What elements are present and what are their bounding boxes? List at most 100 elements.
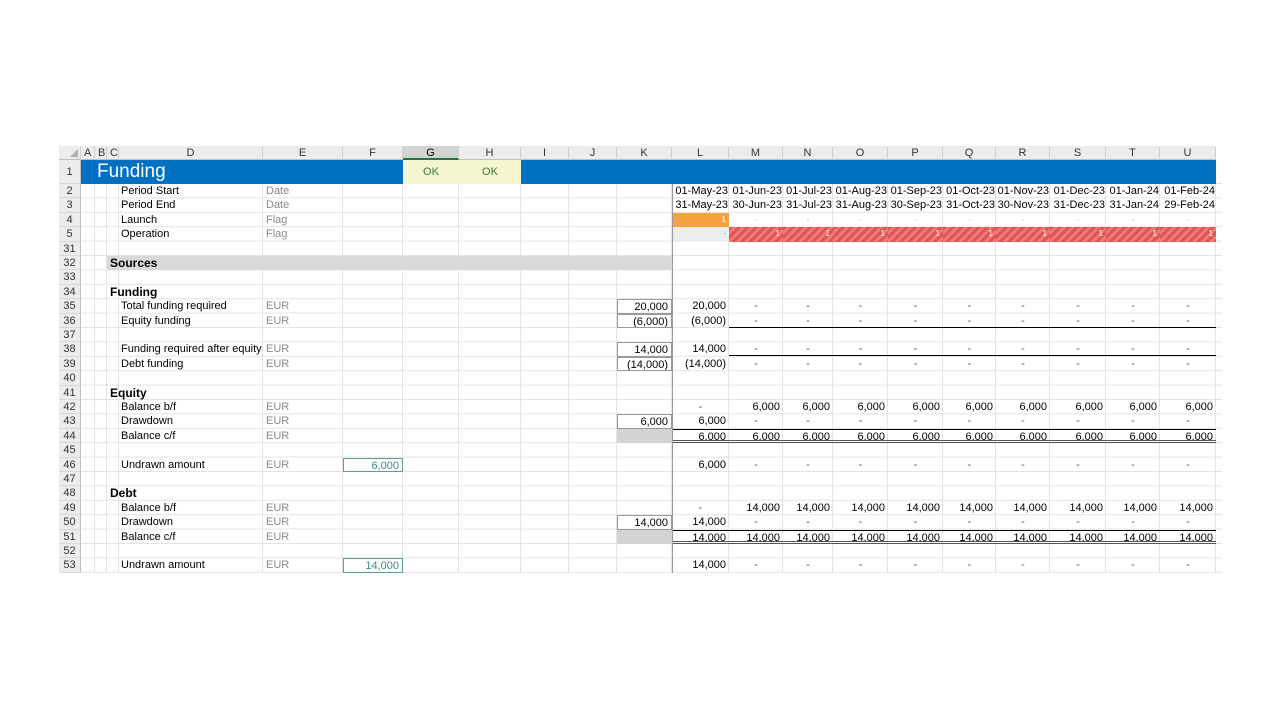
period-end-r[interactable]: 30-Nov-23: [996, 198, 1050, 212]
period-end-u[interactable]: 29-Feb-24: [1160, 198, 1216, 212]
operation-flag-m[interactable]: 1: [729, 227, 783, 242]
debt-cf-s[interactable]: 14,000: [1050, 529, 1106, 544]
debt-cf-k[interactable]: [617, 529, 672, 544]
operation-flag-s[interactable]: 1: [1050, 227, 1106, 242]
operation-flag-l[interactable]: -: [672, 227, 729, 242]
equity-undrawn-p[interactable]: -: [888, 458, 943, 472]
period-start-l[interactable]: 01-May-23: [672, 184, 729, 198]
debt-bf-t[interactable]: 14,000: [1106, 501, 1160, 515]
launch-label[interactable]: Launch: [119, 213, 263, 227]
operation-flag-r[interactable]: 1: [996, 227, 1050, 242]
operation-flag-n[interactable]: 1: [783, 227, 833, 242]
row-header-32[interactable]: 32: [59, 256, 81, 271]
total-funding-t[interactable]: -: [1106, 299, 1160, 313]
period-start-m[interactable]: 01-Jun-23: [729, 184, 783, 198]
period-start-label[interactable]: Period Start: [119, 184, 263, 198]
debt-funding-label[interactable]: Debt funding: [119, 357, 263, 371]
total-funding-r[interactable]: -: [996, 299, 1050, 313]
equity-funding-k[interactable]: (6,000): [617, 313, 672, 328]
column-header-h[interactable]: H: [459, 146, 521, 160]
period-end-q[interactable]: 31-Oct-23: [943, 198, 996, 212]
period-end-label[interactable]: Period End: [119, 198, 263, 212]
equity-undrawn-o[interactable]: -: [833, 458, 888, 472]
debt-cf-unit[interactable]: EUR: [263, 530, 343, 544]
row-header-31[interactable]: 31: [59, 241, 81, 256]
spreadsheet-grid[interactable]: A B C D E F G H I J K L M N O P Q R S T U 1 2 3 4 5 31 32 33 34 35 36 37…: [59, 146, 1222, 576]
equity-cf-u[interactable]: 6,000: [1160, 428, 1216, 444]
column-header-j[interactable]: J: [569, 146, 617, 160]
debt-cf-r[interactable]: 14,000: [996, 529, 1050, 544]
equity-cf-k[interactable]: [617, 428, 672, 444]
debt-bf-r[interactable]: 14,000: [996, 501, 1050, 515]
launch-flag-q[interactable]: -: [943, 213, 996, 227]
equity-undrawn-m[interactable]: -: [729, 458, 783, 472]
equity-drawdown-o[interactable]: -: [833, 414, 888, 428]
launch-unit[interactable]: Flag: [263, 213, 343, 227]
total-funding-unit[interactable]: EUR: [263, 299, 343, 313]
row-header-47[interactable]: 47: [59, 472, 81, 487]
column-header-g[interactable]: G: [403, 146, 459, 160]
debt-bf-label[interactable]: Balance b/f: [119, 501, 263, 515]
equity-cf-label[interactable]: Balance c/f: [119, 429, 263, 443]
debt-drawdown-t[interactable]: -: [1106, 515, 1160, 529]
launch-flag-u[interactable]: -: [1160, 213, 1216, 227]
debt-heading[interactable]: Debt: [107, 486, 263, 500]
debt-cf-label[interactable]: Balance c/f: [119, 530, 263, 544]
equity-drawdown-q[interactable]: -: [943, 414, 996, 428]
column-header-l[interactable]: L: [672, 146, 729, 160]
period-end-t[interactable]: 31-Jan-24: [1106, 198, 1160, 212]
equity-cf-q[interactable]: 6,000: [943, 428, 996, 444]
debt-drawdown-o[interactable]: -: [833, 515, 888, 529]
equity-bf-unit[interactable]: EUR: [263, 400, 343, 414]
row-header-51[interactable]: 51: [59, 529, 81, 544]
column-header-k[interactable]: K: [617, 146, 672, 160]
check-ok-g[interactable]: OK: [403, 160, 459, 184]
equity-cf-n[interactable]: 6,000: [783, 428, 833, 444]
equity-bf-m[interactable]: 6,000: [729, 400, 783, 414]
equity-undrawn-q[interactable]: -: [943, 458, 996, 472]
operation-flag-p[interactable]: 1: [888, 227, 943, 242]
launch-flag-o[interactable]: -: [833, 213, 888, 227]
row-header-45[interactable]: 45: [59, 443, 81, 458]
equity-undrawn-s[interactable]: -: [1050, 458, 1106, 472]
launch-flag-s[interactable]: -: [1050, 213, 1106, 227]
debt-drawdown-q[interactable]: -: [943, 515, 996, 529]
operation-flag-q[interactable]: 1: [943, 227, 996, 242]
total-funding-n[interactable]: -: [783, 299, 833, 313]
debt-bf-q[interactable]: 14,000: [943, 501, 996, 515]
column-header-a[interactable]: A: [81, 146, 95, 160]
debt-drawdown-l[interactable]: 14,000: [672, 515, 729, 529]
after-equity-l[interactable]: 14,000: [672, 342, 729, 356]
operation-flag-o[interactable]: 1: [833, 227, 888, 242]
operation-flag-t[interactable]: 1: [1106, 227, 1160, 242]
equity-bf-l[interactable]: -: [672, 400, 729, 414]
equity-undrawn-n[interactable]: -: [783, 458, 833, 472]
row-header-50[interactable]: 50: [59, 515, 81, 530]
launch-flag-p[interactable]: -: [888, 213, 943, 227]
debt-undrawn-s[interactable]: -: [1050, 558, 1106, 572]
debt-undrawn-q[interactable]: -: [943, 558, 996, 572]
total-funding-o[interactable]: -: [833, 299, 888, 313]
equity-undrawn-unit[interactable]: EUR: [263, 458, 343, 472]
row-header-48[interactable]: 48: [59, 486, 81, 501]
period-start-q[interactable]: 01-Oct-23: [943, 184, 996, 198]
total-funding-p[interactable]: -: [888, 299, 943, 313]
equity-drawdown-r[interactable]: -: [996, 414, 1050, 428]
equity-bf-s[interactable]: 6,000: [1050, 400, 1106, 414]
row-header-4[interactable]: 4: [59, 212, 81, 228]
equity-undrawn-r[interactable]: -: [996, 458, 1050, 472]
period-end-s[interactable]: 31-Dec-23: [1050, 198, 1106, 212]
section-sources[interactable]: Sources: [107, 256, 672, 271]
row-header-5[interactable]: 5: [59, 227, 81, 242]
debt-drawdown-r[interactable]: -: [996, 515, 1050, 529]
period-start-s[interactable]: 01-Dec-23: [1050, 184, 1106, 198]
title-band-timeline[interactable]: [672, 160, 1216, 184]
row-header-1[interactable]: 1: [59, 160, 81, 184]
period-end-unit[interactable]: Date: [263, 198, 343, 212]
funding-heading[interactable]: Funding: [107, 285, 263, 299]
debt-drawdown-k[interactable]: 14,000: [617, 515, 672, 530]
debt-bf-o[interactable]: 14,000: [833, 501, 888, 515]
debt-funding-p[interactable]: -: [888, 357, 943, 371]
period-end-n[interactable]: 31-Jul-23: [783, 198, 833, 212]
column-header-c[interactable]: C: [107, 146, 119, 160]
